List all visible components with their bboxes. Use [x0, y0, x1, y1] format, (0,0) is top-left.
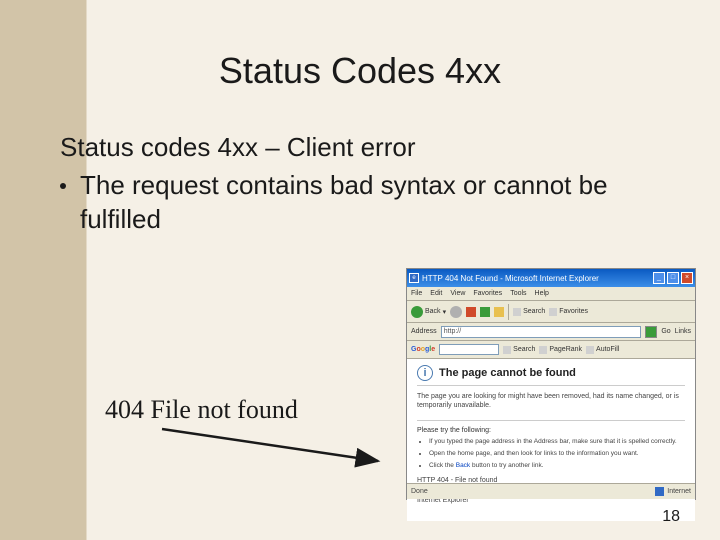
info-icon: i [417, 365, 433, 381]
google-pagerank[interactable]: PageRank [539, 346, 582, 354]
menu-file[interactable]: File [411, 290, 422, 297]
close-button[interactable]: × [681, 272, 693, 284]
bullet-text: The request contains bad syntax or canno… [80, 169, 660, 237]
page-number: 18 [662, 508, 680, 526]
ie-icon: e [409, 273, 419, 283]
divider [417, 420, 685, 421]
menu-view[interactable]: View [450, 290, 465, 297]
favorites-label: Favorites [559, 308, 588, 315]
menu-favorites[interactable]: Favorites [473, 290, 502, 297]
stop-button[interactable] [466, 307, 476, 317]
toolbar: Back ▾ Search Favorites [407, 301, 695, 323]
error-message: The page you are looking for might have … [417, 392, 685, 410]
slide-title: Status Codes 4xx [0, 0, 720, 92]
google-autofill[interactable]: AutoFill [586, 346, 619, 354]
subtitle: Status codes 4xx – Client error [60, 132, 660, 163]
address-input[interactable]: http:// [441, 326, 642, 338]
back-button[interactable]: Back ▾ [411, 306, 446, 318]
menu-bar: File Edit View Favorites Tools Help [407, 287, 695, 301]
forward-button[interactable] [450, 306, 462, 318]
search-label: Search [523, 308, 545, 315]
google-logo-icon: Google [411, 346, 435, 353]
go-button[interactable] [645, 326, 657, 338]
home-button[interactable] [494, 307, 504, 317]
star-icon [549, 308, 557, 316]
maximize-button[interactable]: □ [667, 272, 679, 284]
address-label: Address [411, 328, 437, 335]
pagerank-icon [539, 346, 547, 354]
toolbar-separator [508, 304, 509, 320]
content-area: Status codes 4xx – Client error The requ… [0, 92, 720, 237]
menu-edit[interactable]: Edit [430, 290, 442, 297]
forward-icon [450, 306, 462, 318]
status-bar: Done Internet [407, 483, 695, 499]
chevron-down-icon: ▾ [443, 308, 447, 316]
back-label: Back [425, 308, 441, 315]
magnify-icon [503, 346, 511, 354]
minimize-button[interactable]: _ [653, 272, 665, 284]
google-toolbar: Google Search PageRank AutoFill [407, 341, 695, 359]
browser-screenshot: e HTTP 404 Not Found - Microsoft Interne… [406, 268, 696, 500]
google-search-button[interactable]: Search [503, 346, 535, 354]
search-button[interactable]: Search [513, 308, 545, 316]
suggestion-item: Open the home page, and then look for li… [429, 450, 685, 459]
go-label: Go [661, 328, 670, 335]
refresh-button[interactable] [480, 307, 490, 317]
google-search-label: Search [513, 346, 535, 353]
status-right: Internet [667, 488, 691, 495]
status-left: Done [411, 488, 428, 495]
back-link[interactable]: Back [456, 462, 470, 469]
back-icon [411, 306, 423, 318]
favorites-button[interactable]: Favorites [549, 308, 588, 316]
caption-404: 404 File not found [105, 395, 298, 425]
address-bar: Address http:// Go Links [407, 323, 695, 341]
search-icon [513, 308, 521, 316]
zone-icon [655, 487, 664, 496]
google-search-input[interactable] [439, 344, 499, 355]
menu-help[interactable]: Help [535, 290, 549, 297]
bullet-dot-icon [60, 183, 66, 189]
links-label[interactable]: Links [675, 328, 691, 335]
error-heading: The page cannot be found [439, 367, 576, 379]
autofill-icon [586, 346, 594, 354]
arrow-icon [160, 425, 390, 485]
try-label: Please try the following: [417, 427, 685, 434]
menu-tools[interactable]: Tools [510, 290, 526, 297]
suggestion-list: If you typed the page address in the Add… [417, 438, 685, 470]
autofill-label: AutoFill [596, 346, 619, 353]
suggestion-item: Click the Back button to try another lin… [429, 462, 685, 471]
bullet-item: The request contains bad syntax or canno… [60, 169, 660, 237]
suggestion-item: If you typed the page address in the Add… [429, 438, 685, 447]
pagerank-label: PageRank [549, 346, 582, 353]
window-titlebar: e HTTP 404 Not Found - Microsoft Interne… [407, 269, 695, 287]
window-title: HTTP 404 Not Found - Microsoft Internet … [422, 274, 599, 283]
